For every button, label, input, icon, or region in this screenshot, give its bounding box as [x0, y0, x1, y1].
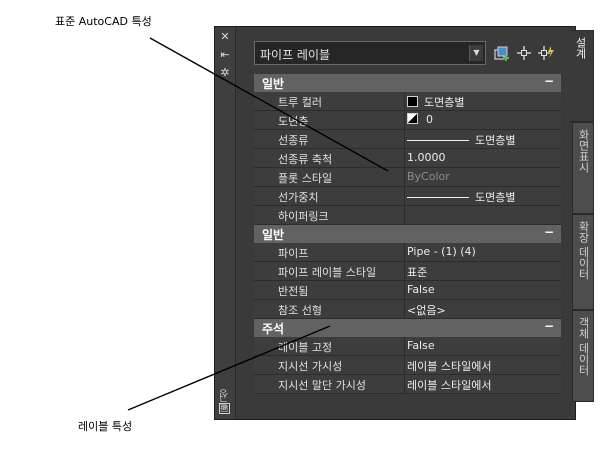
- property-label: 참조 선형: [278, 304, 322, 317]
- property-value[interactable]: False: [407, 283, 435, 296]
- property-label: 파이프: [278, 247, 309, 260]
- property-value[interactable]: 도면층별: [407, 189, 515, 205]
- property-value-text: False: [407, 339, 435, 352]
- tab-label: 객체 데이터: [577, 317, 590, 376]
- tab-2[interactable]: 확장 데이터: [572, 214, 594, 310]
- color-swatch-icon: [407, 96, 418, 107]
- property-value[interactable]: False: [407, 339, 435, 352]
- property-grid: 일반 − 트루 컬러 도면층별 도면층 0 선종류 도면층별 선종류 축척 1.0000 플롯 스타…: [254, 74, 561, 394]
- property-row[interactable]: 하이퍼링크: [254, 206, 561, 225]
- property-value[interactable]: Pipe - (1) (4): [407, 245, 476, 258]
- property-value-text: 레이블 스타일에서: [407, 360, 492, 373]
- property-row[interactable]: 선종류 도면층별: [254, 130, 561, 149]
- property-value[interactable]: 레이블 스타일에서: [407, 377, 491, 393]
- property-value-text: 도면층별: [475, 191, 516, 204]
- property-row[interactable]: 도면층 0: [254, 111, 561, 130]
- property-value-text: <없음>: [407, 304, 446, 317]
- property-row[interactable]: 선종류 축척 1.0000: [254, 149, 561, 168]
- tab-label: 화면표시: [577, 129, 590, 173]
- collapse-icon[interactable]: −: [544, 319, 554, 333]
- property-row[interactable]: 지시선 말단 가시성 레이블 스타일에서: [254, 375, 561, 394]
- quick-select-icon[interactable]: [537, 44, 555, 62]
- properties-menu-icon[interactable]: ✲: [218, 67, 232, 79]
- property-label: 지시선 말단 가시성: [278, 379, 366, 392]
- property-label: 트루 컬러: [278, 96, 322, 109]
- property-value[interactable]: 1.0000: [407, 151, 446, 164]
- property-value[interactable]: 도면층별: [407, 94, 464, 110]
- property-label: 하이퍼링크: [278, 210, 329, 223]
- property-row[interactable]: 레이블 고정 False: [254, 337, 561, 356]
- property-value-text: 0: [426, 113, 433, 126]
- property-value-text: 도면층별: [424, 96, 465, 109]
- category-header[interactable]: 일반 −: [254, 225, 561, 243]
- chevron-down-icon[interactable]: ▼: [469, 45, 483, 61]
- property-row[interactable]: 참조 선형 <없음>: [254, 300, 561, 319]
- property-label: 선가중치: [278, 191, 319, 204]
- property-value-text: 레이블 스타일에서: [407, 379, 492, 392]
- property-value-text: 표준: [407, 266, 428, 279]
- tab-0[interactable]: 설계: [570, 30, 594, 122]
- property-value[interactable]: 0: [407, 113, 433, 126]
- property-label: 선종류: [278, 134, 309, 147]
- property-value-text: 1.0000: [407, 151, 446, 164]
- linetype-preview: [407, 197, 469, 198]
- tab-label: 설계: [574, 37, 587, 59]
- object-type-value: 파이프 레이블: [260, 48, 331, 62]
- palette-options-icon[interactable]: 回: [219, 403, 230, 414]
- property-label: 플롯 스타일: [278, 172, 333, 185]
- collapse-icon[interactable]: −: [544, 225, 554, 239]
- property-value[interactable]: 도면층별: [407, 132, 515, 148]
- palette-tabs: 설계화면표시확장 데이터객체 데이터: [570, 30, 594, 404]
- property-value[interactable]: 표준: [407, 264, 427, 280]
- collapse-icon[interactable]: −: [544, 74, 554, 88]
- category-header[interactable]: 일반 −: [254, 74, 561, 92]
- property-label: 레이블 고정: [278, 341, 333, 354]
- property-value[interactable]: <없음>: [407, 302, 446, 318]
- category-header[interactable]: 주석 −: [254, 319, 561, 337]
- property-row[interactable]: 파이프 Pipe - (1) (4): [254, 243, 561, 262]
- autohide-icon[interactable]: ⇤: [218, 49, 232, 61]
- property-row[interactable]: 선가중치 도면층별: [254, 187, 561, 206]
- property-row[interactable]: 트루 컬러 도면층별: [254, 92, 561, 111]
- property-row[interactable]: 플롯 스타일 ByColor: [254, 168, 561, 187]
- property-label: 반전됨: [278, 285, 309, 298]
- property-value[interactable]: 레이블 스타일에서: [407, 358, 491, 374]
- property-label: 선종류 축척: [278, 153, 333, 166]
- callout-label-properties: 레이블 특성: [78, 420, 133, 433]
- object-type-selector[interactable]: 파이프 레이블 ▼: [254, 41, 486, 65]
- category-label: 주석: [262, 322, 285, 336]
- layer-icon: [407, 113, 418, 124]
- property-row[interactable]: 반전됨 False: [254, 281, 561, 300]
- property-label: 도면층: [278, 115, 309, 128]
- property-value-text: Pipe - (1) (4): [407, 245, 476, 258]
- property-value-text: False: [407, 283, 435, 296]
- tab-3[interactable]: 객체 데이터: [572, 310, 594, 402]
- palette-titlebar[interactable]: ✕ ⇤ ✲ 특성 回: [215, 27, 236, 419]
- tab-label: 확장 데이터: [577, 221, 590, 280]
- close-icon[interactable]: ✕: [218, 31, 232, 43]
- property-value[interactable]: ByColor: [407, 170, 450, 183]
- property-label: 지시선 가시성: [278, 360, 343, 373]
- property-value-text: 도면층별: [475, 134, 516, 147]
- property-row[interactable]: 파이프 레이블 스타일 표준: [254, 262, 561, 281]
- add-selection-icon[interactable]: [493, 44, 511, 62]
- property-row[interactable]: 지시선 가시성 레이블 스타일에서: [254, 356, 561, 375]
- linetype-preview: [407, 140, 469, 141]
- property-label: 파이프 레이블 스타일: [278, 266, 377, 279]
- category-label: 일반: [262, 77, 285, 91]
- tab-1[interactable]: 화면표시: [572, 122, 594, 214]
- category-label: 일반: [262, 228, 285, 242]
- select-objects-icon[interactable]: [515, 44, 533, 62]
- property-value-text: ByColor: [407, 170, 450, 183]
- callout-standard-properties: 표준 AutoCAD 특성: [55, 15, 152, 28]
- properties-palette: ✕ ⇤ ✲ 특성 回 파이프 레이블 ▼ 일반 − 트루 컬러 도면층별 도면층…: [214, 26, 576, 420]
